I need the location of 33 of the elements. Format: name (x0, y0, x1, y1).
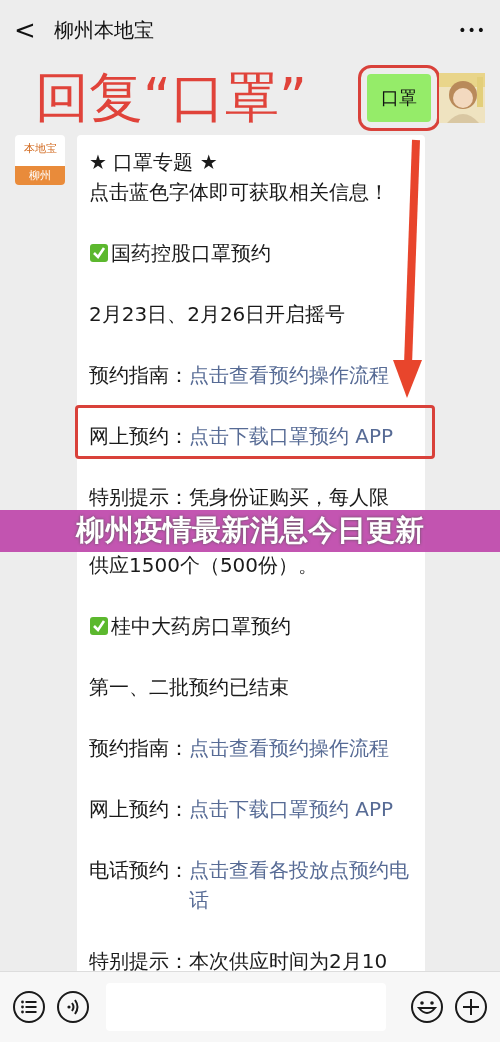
message-text: 电话预约： (89, 857, 189, 884)
logo-text: 本地宝 (23, 141, 57, 156)
checkmark-icon (89, 616, 109, 636)
back-button[interactable]: < (14, 15, 36, 45)
link[interactable]: 点击查看预约操作流程 (189, 733, 389, 763)
link[interactable]: 点击查看预约操作流程 (189, 360, 389, 390)
section-heading: 桂中大药房口罩预约 (111, 614, 291, 638)
plus-icon[interactable] (454, 990, 488, 1024)
checkmark-icon (89, 243, 109, 263)
logo-text: 柳州 (15, 166, 65, 185)
message-text: 点击蓝色字体即可获取相关信息！ (89, 180, 389, 204)
message-text: ★ 口罩专题 ★ (89, 150, 218, 174)
message-text: 网上预约： (89, 423, 189, 450)
chat-title: 柳州本地宝 (53, 16, 155, 44)
more-button[interactable]: ••• (458, 22, 486, 38)
message-text: 2月23日、2月26日开启摇号 (89, 302, 346, 326)
message-text: 预约指南： (89, 362, 189, 389)
emoji-icon[interactable] (410, 990, 444, 1024)
voice-icon[interactable] (56, 990, 90, 1024)
link[interactable]: 点击下载口罩预约 APP (189, 794, 394, 824)
title-banner: 柳州疫情最新消息今日更新 (0, 510, 500, 552)
account-logo[interactable]: 本地宝 柳州 (15, 135, 65, 185)
message-text: 特别提示：本次供应时间为2月10 (89, 949, 388, 971)
message-text: 供应1500个（500份）。 (89, 553, 319, 577)
message-text: 第一、二批预约已结束 (89, 675, 289, 699)
link[interactable]: 点击下载口罩预约 APP (189, 421, 394, 451)
annotation-text: 回复“口罩” (35, 70, 307, 125)
message-text: 特别提示：凭身份证购买，每人限 (89, 485, 389, 509)
section-heading: 国药控股口罩预约 (111, 241, 271, 265)
message-text: 网上预约： (89, 796, 189, 823)
link[interactable]: 点击查看各投放点预约电话 (189, 855, 413, 915)
message-text: 预约指南： (89, 735, 189, 762)
menu-icon[interactable] (12, 990, 46, 1024)
